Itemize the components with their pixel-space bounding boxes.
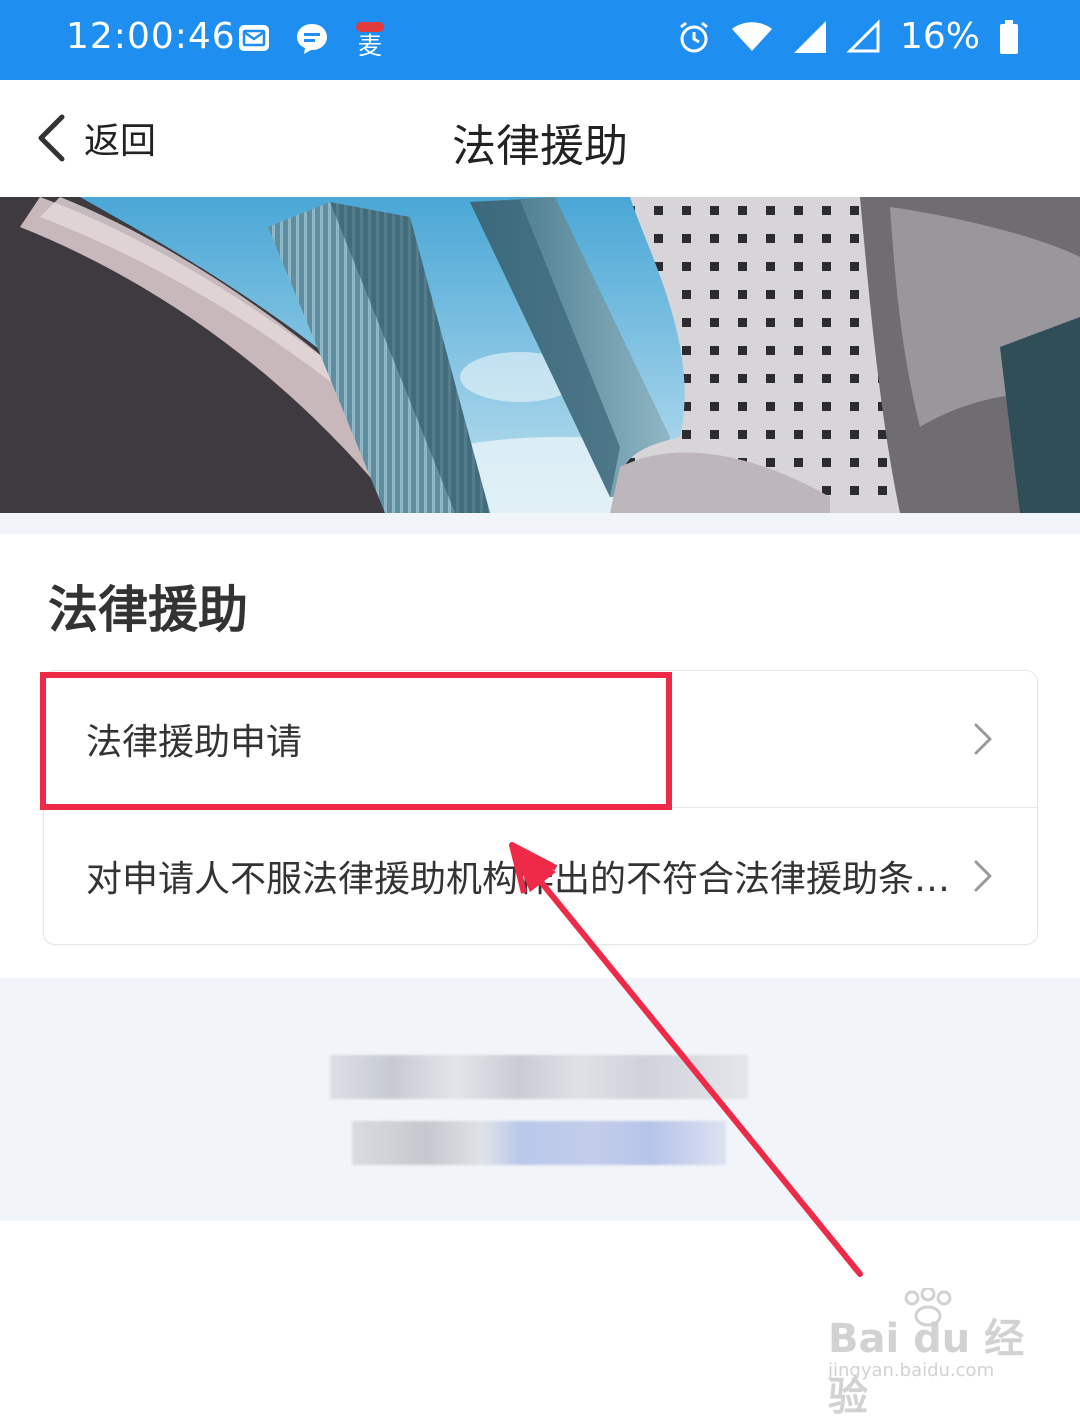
service-list: 法律援助申请 对申请人不服法律援助机构作出的不符合法律援助条…: [43, 670, 1038, 945]
banner-image: [0, 197, 1080, 513]
nav-bar: 返回 法律援助: [0, 80, 1080, 198]
chevron-right-icon: [974, 860, 992, 892]
section-title: 法律援助: [48, 581, 248, 639]
battery-icon: [1000, 19, 1018, 54]
app-icon: 麦: [356, 22, 384, 56]
system-icons: 16%: [676, 16, 1020, 57]
battery-percent: 16%: [899, 16, 980, 57]
section-divider: [0, 513, 1080, 534]
alarm-icon: [680, 21, 708, 52]
watermark-url: jingyan.baidu.com: [828, 1360, 995, 1381]
list-item-label: 法律援助申请: [86, 722, 303, 763]
watermark-logo: Bai du 经验 jingyan.baidu.com: [828, 1288, 1028, 1420]
status-time: 12:00:46: [66, 16, 236, 57]
signal-empty-icon: [846, 18, 880, 52]
chevron-right-icon: [974, 723, 992, 755]
blurred-link-line: [352, 1121, 726, 1165]
signal-icon: [793, 20, 826, 53]
notification-icons: 麦: [236, 20, 388, 56]
list-item-label: 对申请人不服法律援助机构作出的不符合法律援助条…: [86, 859, 951, 900]
blurred-text-line: [330, 1055, 748, 1099]
list-item-appeal[interactable]: 对申请人不服法律援助机构作出的不符合法律援助条…: [44, 808, 1037, 944]
list-item-legal-aid-application[interactable]: 法律援助申请: [44, 671, 1037, 808]
status-bar: 12:00:46 麦 16%: [0, 0, 1080, 80]
wifi-icon: [731, 21, 772, 51]
footer-info: [0, 978, 1080, 1221]
mail-icon: [239, 25, 269, 51]
message-icon: [297, 24, 327, 54]
app-icon-text: 麦: [358, 32, 382, 56]
page-title: 法律援助: [452, 121, 628, 172]
